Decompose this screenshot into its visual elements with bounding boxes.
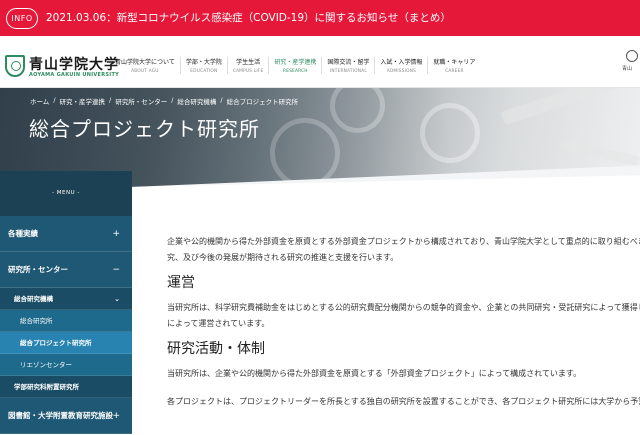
sidebar-link-liaison-center[interactable]: リエゾンセンター [0, 354, 132, 376]
breadcrumb: ホーム / 研究・産学連携 / 研究所・センター / 総合研究機構 / 総合プロジェクト… [30, 96, 298, 106]
nav-admissions[interactable]: 入試・入学情報 ADMISSIONS [374, 57, 427, 74]
intro-line-1: 企業や公的機関から得た外部資金を原資とする外部資金プロジェクトから構成されており… [167, 237, 640, 246]
site-header: 青山学院大学 AOYAMA GAKUIN UNIVERSITY 青山学院大学につ… [0, 36, 640, 88]
main-content: 企業や公的機関から得た外部資金を原資とする外部資金プロジェクトから構成されており… [167, 234, 640, 410]
logo-subtitle: AOYAMA GAKUIN UNIVERSITY [29, 72, 120, 78]
nav-education[interactable]: 学部・大学院 EDUCATION [179, 57, 227, 74]
sidebar-item-achievements[interactable]: 各種実績 + [0, 216, 132, 252]
sidebar-item-label: 研究所・センター [8, 265, 68, 274]
breadcrumb-separator: / [171, 96, 174, 104]
nav-research[interactable]: 研究・産学連携 RESEARCH [268, 57, 321, 74]
logo-name[interactable]: 青山学院大学 [29, 54, 119, 74]
info-badge: INFO [6, 8, 38, 29]
heading-operation: 運営 [167, 275, 195, 291]
heading-research: 研究活動・体制 [167, 341, 265, 357]
header-right-label: 青山 [622, 66, 633, 72]
globe-icon [626, 50, 638, 62]
breadcrumb-institutes[interactable]: 研究所・センター [115, 96, 167, 106]
info-alert-bar[interactable]: INFO 2021.03.06：新型コロナウイルス感染症（COVID-19）に関… [0, 0, 640, 36]
sidebar-sub-faculty-institutes[interactable]: 学部研究科附置研究所 [0, 376, 132, 398]
nav-about[interactable]: 青山学院大学について ABOUT AGU [110, 57, 180, 74]
breadcrumb-home[interactable]: ホーム [30, 96, 49, 106]
sidebar-item-label: 各種実績 [8, 229, 38, 238]
sidebar-sub-research-org[interactable]: 総合研究機構 ⌄ [0, 288, 132, 310]
sidebar-heading: - MENU - [0, 171, 132, 216]
plus-icon[interactable]: + [112, 216, 120, 252]
alert-link[interactable]: 2021.03.06：新型コロナウイルス感染症（COVID-19）に関するお知ら… [46, 10, 451, 25]
sidebar-menu: - MENU - 各種実績 + 研究所・センター − 総合研究機構 ⌄ 総合研究… [0, 171, 132, 434]
operation-line-1: 当研究所は、科学研究費補助金をはじめとする公的研究費配分機関からの競争的資金や、… [167, 303, 640, 312]
breadcrumb-separator: / [220, 96, 223, 104]
research-line-2: 各プロジェクトは、プロジェクトリーダーを所長とする独自の研究所を設置することがで… [167, 397, 640, 406]
plus-icon[interactable]: + [112, 398, 120, 434]
chevron-down-icon[interactable]: ⌄ [114, 288, 120, 310]
nav-career[interactable]: 就職・キャリア CAREER [427, 57, 480, 74]
breadcrumb-research[interactable]: 研究・産学連携 [60, 96, 106, 106]
page-title: 総合プロジェクト研究所 [29, 117, 260, 141]
breadcrumb-research-org[interactable]: 総合研究機構 [177, 96, 216, 106]
nav-campus-life[interactable]: 学生生活 CAMPUS LIFE [226, 57, 269, 74]
operation-line-2: によって運営されています。 [167, 319, 270, 328]
sidebar-item-library[interactable]: 図書館・大学附置教育研究施設 + [0, 398, 132, 434]
sidebar-link-project-institute[interactable]: 総合プロジェクト研究所 [0, 332, 132, 354]
header-right-link[interactable]: 青山 [622, 50, 640, 78]
breadcrumb-separator: / [109, 96, 112, 104]
sidebar-item-institutes[interactable]: 研究所・センター − [0, 252, 132, 288]
intro-line-2: 究、及び今後の発展が期待される研究の推進と支援を行います。 [167, 253, 399, 262]
minus-icon[interactable]: − [112, 252, 120, 288]
sidebar-link-research-institute[interactable]: 総合研究所 [0, 310, 132, 332]
sidebar-item-label: 図書館・大学附置教育研究施設 [8, 411, 113, 420]
university-crest-icon[interactable] [5, 55, 25, 77]
global-nav: 青山学院大学について ABOUT AGU 学部・大学院 EDUCATION 学生生活… [110, 57, 480, 74]
nav-international[interactable]: 国際交流・留学 INTERNATIONAL [321, 57, 374, 74]
breadcrumb-current: 総合プロジェクト研究所 [226, 98, 299, 106]
research-line-1: 当研究所は、企業や公的機関から得た外部資金を原資とする「外部資金プロジェクト」に… [167, 369, 582, 378]
breadcrumb-separator: / [53, 96, 56, 104]
sidebar-sub-label: 総合研究機構 [14, 295, 53, 303]
